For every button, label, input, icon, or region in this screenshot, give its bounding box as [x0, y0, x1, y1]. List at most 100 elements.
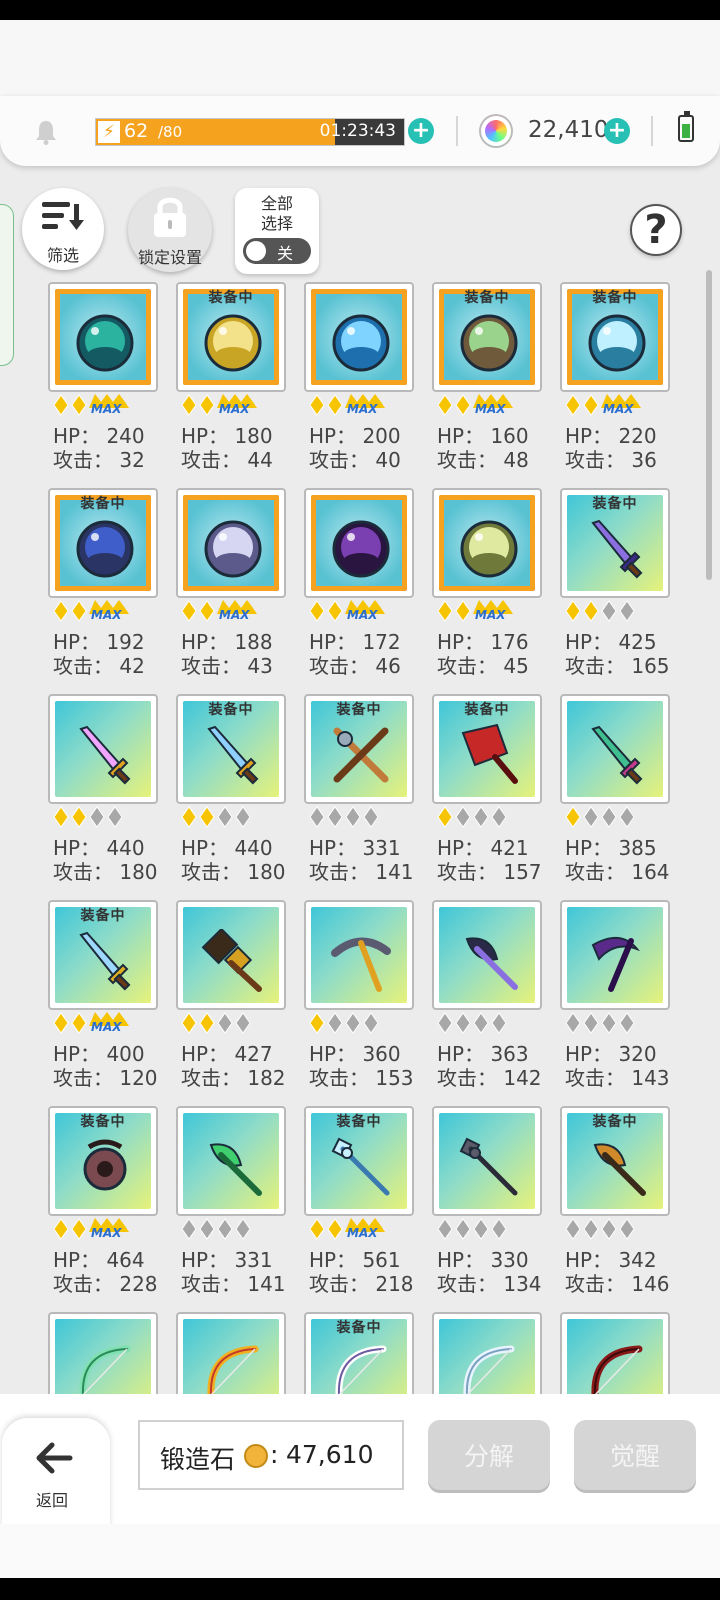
item-tile[interactable]: 装备中 — [48, 900, 158, 1010]
max-badge: MAX — [89, 1218, 129, 1240]
bell-icon[interactable] — [32, 118, 60, 146]
item-tile[interactable] — [176, 1106, 286, 1216]
item-tile[interactable]: 装备中 — [48, 488, 158, 598]
equipment-card[interactable] — [176, 1312, 288, 1394]
equipment-card[interactable] — [560, 1312, 672, 1394]
item-tile[interactable]: 装备中 — [560, 1106, 670, 1216]
equipment-card[interactable]: HP： 440 攻击： 180 — [48, 694, 160, 884]
item-tile[interactable]: 装备中 — [304, 1312, 414, 1394]
equipment-card[interactable]: 装备中 MAX HP： 464 攻击： 228 — [48, 1106, 160, 1296]
equipment-card[interactable]: MAX HP： 172 攻击： 46 — [304, 488, 416, 678]
back-button[interactable] — [2, 1418, 110, 1538]
item-tile[interactable] — [176, 488, 286, 598]
item-tile[interactable]: 装备中 — [560, 282, 670, 392]
item-tile[interactable] — [560, 694, 670, 804]
equipment-card[interactable] — [48, 1312, 160, 1394]
dismantle-button[interactable]: 分解 — [428, 1420, 550, 1490]
awaken-button[interactable]: 觉醒 — [574, 1420, 696, 1490]
equipment-card[interactable]: 装备中 MAX HP： 192 攻击： 42 — [48, 488, 160, 678]
lock-settings-button[interactable]: 锁定设置 — [128, 188, 212, 272]
equipment-card[interactable]: 装备中 — [304, 1312, 416, 1394]
star-icon — [327, 394, 343, 416]
item-tile[interactable]: 装备中 — [304, 1106, 414, 1216]
star-icon — [565, 1012, 581, 1034]
item-background — [439, 495, 535, 591]
item-tile[interactable]: 装备中 — [560, 488, 670, 598]
equipment-card[interactable]: HP： 320 攻击： 143 — [560, 900, 672, 1090]
filter-button[interactable]: 筛选 — [22, 188, 104, 270]
item-tile[interactable]: 装备中 — [432, 282, 542, 392]
item-tile[interactable] — [176, 1312, 286, 1394]
item-tile[interactable]: 装备中 — [176, 282, 286, 392]
equipment-card[interactable]: MAX HP： 188 攻击： 43 — [176, 488, 288, 678]
add-energy-button[interactable]: + — [408, 118, 434, 144]
item-tile[interactable] — [432, 900, 542, 1010]
equipment-card[interactable]: MAX HP： 240 攻击： 32 — [48, 282, 160, 472]
item-tile[interactable]: 装备中 — [176, 694, 286, 804]
star-icon — [455, 1012, 471, 1034]
item-attack: 攻击： 141 — [181, 1272, 286, 1296]
item-tile[interactable] — [304, 488, 414, 598]
equipment-card[interactable]: 装备中 MAX HP： 561 攻击： 218 — [304, 1106, 416, 1296]
equipment-card[interactable]: HP： 330 攻击： 134 — [432, 1106, 544, 1296]
item-tile[interactable] — [560, 900, 670, 1010]
item-attack: 攻击： 153 — [309, 1066, 414, 1090]
star-icon — [583, 600, 599, 622]
select-all-toggle[interactable]: 关 — [243, 238, 311, 264]
item-tile[interactable]: 装备中 — [48, 1106, 158, 1216]
equipment-card[interactable]: HP： 360 攻击： 153 — [304, 900, 416, 1090]
star-icon — [327, 806, 343, 828]
equipment-card[interactable]: 装备中 HP： 331 攻击： 141 — [304, 694, 416, 884]
star-icon — [309, 1012, 325, 1034]
item-tile[interactable] — [48, 282, 158, 392]
help-button[interactable]: ? — [630, 204, 682, 256]
item-tile[interactable] — [48, 1312, 158, 1394]
item-tile[interactable] — [560, 1312, 670, 1394]
equipment-card[interactable]: HP： 363 攻击： 142 — [432, 900, 544, 1090]
star-icon — [437, 1218, 453, 1240]
equipment-card[interactable]: 装备中 HP： 440 攻击： 180 — [176, 694, 288, 884]
scrollbar[interactable] — [706, 270, 712, 580]
equipment-card[interactable] — [432, 1312, 544, 1394]
equipped-badge: 装备中 — [464, 290, 510, 306]
equipment-card[interactable]: HP： 331 攻击： 141 — [176, 1106, 288, 1296]
item-tile[interactable] — [432, 488, 542, 598]
equipment-card[interactable]: 装备中 HP： 342 攻击： 146 — [560, 1106, 672, 1296]
equipment-card[interactable]: MAX HP： 176 攻击： 45 — [432, 488, 544, 678]
item-tile[interactable] — [304, 282, 414, 392]
hammer-icon — [201, 929, 262, 992]
item-tile[interactable] — [48, 694, 158, 804]
equipment-card[interactable]: 装备中 HP： 421 攻击： 157 — [432, 694, 544, 884]
equipped-badge: 装备中 — [592, 496, 638, 512]
item-tile[interactable] — [432, 1312, 542, 1394]
star-icon — [217, 1218, 233, 1240]
equipment-card[interactable]: MAX HP： 200 攻击： 40 — [304, 282, 416, 472]
star-icon — [235, 1012, 251, 1034]
equipment-card[interactable]: 装备中 MAX HP： 180 攻击： 44 — [176, 282, 288, 472]
item-tile[interactable] — [432, 1106, 542, 1216]
equipment-card[interactable]: 装备中 MAX HP： 160 攻击： 48 — [432, 282, 544, 472]
equipment-card[interactable]: 装备中 HP： 425 攻击： 165 — [560, 488, 672, 678]
star-icon — [53, 1218, 69, 1240]
equipment-card[interactable]: HP： 427 攻击： 182 — [176, 900, 288, 1090]
axe-icon — [465, 937, 518, 990]
equipment-card[interactable]: HP： 385 攻击： 164 — [560, 694, 672, 884]
pick-icon — [331, 937, 391, 992]
equipment-card[interactable]: 装备中 MAX HP： 220 攻击： 36 — [560, 282, 672, 472]
star-icon — [217, 806, 233, 828]
star-icon — [181, 394, 197, 416]
item-tile[interactable]: 装备中 — [432, 694, 542, 804]
star-icon — [363, 806, 379, 828]
star-icon — [327, 600, 343, 622]
item-tile[interactable] — [304, 900, 414, 1010]
equipment-card[interactable]: 装备中 MAX HP： 400 攻击： 120 — [48, 900, 160, 1090]
item-tile[interactable]: 装备中 — [304, 694, 414, 804]
sword-icon — [591, 519, 643, 579]
item-attack: 攻击： 120 — [53, 1066, 158, 1090]
add-gems-button[interactable]: + — [604, 118, 630, 144]
equipped-badge: 装备中 — [80, 496, 126, 512]
item-tile[interactable] — [176, 900, 286, 1010]
item-attack: 攻击： 46 — [309, 654, 401, 678]
item-attack: 攻击： 45 — [437, 654, 529, 678]
system-nav-bottom — [0, 1578, 720, 1600]
